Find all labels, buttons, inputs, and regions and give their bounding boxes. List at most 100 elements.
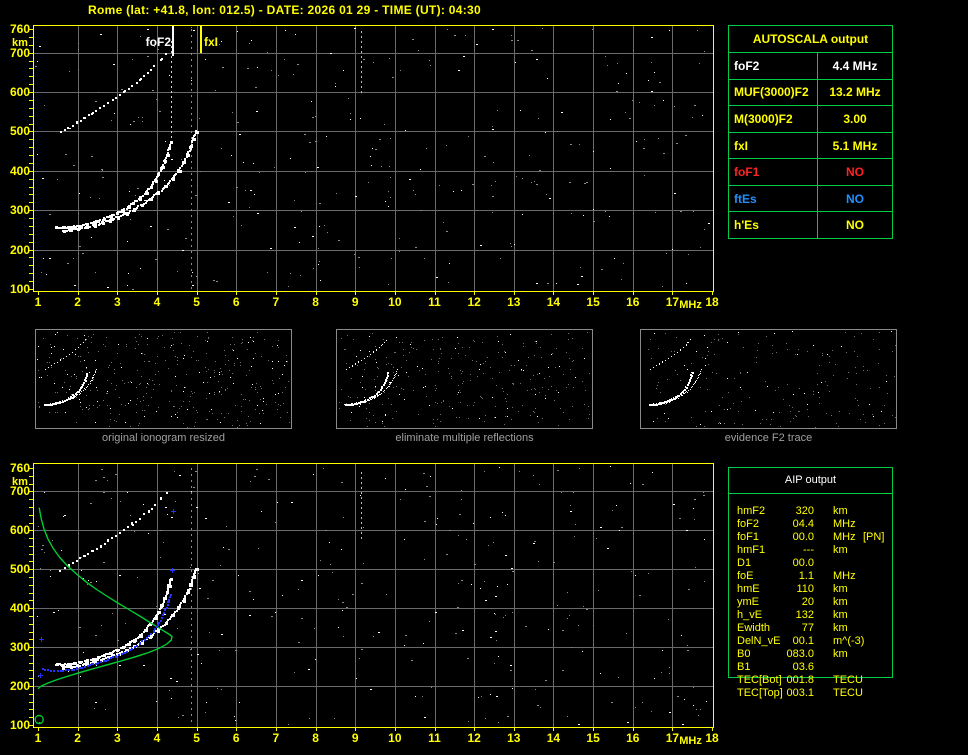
aip-row-name: ymE [737,596,759,608]
aip-row-unit: km [833,505,848,517]
x-axis-unit-label: MHz [679,299,702,311]
aip-table-row: ymE 20 km [729,596,892,609]
autoscala-table-title: AUTOSCALA output [752,32,869,46]
bottom-ionogram-plot [26,459,718,735]
panel-evidence-f2 [640,329,897,429]
y-axis-label: 600 [9,523,30,538]
panel-eliminate-reflections [336,329,593,429]
aip-table-title: AIP output [729,468,892,494]
fof2-marker-label: foF2 [145,35,171,49]
x-axis-label: 8 [312,731,319,745]
x-axis-label: 4 [153,731,161,745]
aip-row-name: hmF1 [737,544,766,556]
aip-table-row: foE 1.1 MHz [729,570,892,583]
panel-original-ionogram [35,329,292,429]
x-axis-label: 14 [546,731,561,745]
x-axis-label: 3 [113,295,121,309]
aip-row-value: --- [803,544,814,556]
aip-row-unit: km [833,648,848,660]
x-axis-label: 13 [507,731,521,745]
aip-row-unit: MHz [833,531,856,543]
x-axis-label: 1 [34,731,42,745]
station-date-time-title: Rome (lat: +41.8, lon: 012.5) - DATE: 20… [88,3,481,17]
y-axis-label: 760 [9,22,30,36]
aip-table-row: foF1 00.0 MHz [PN] [729,531,892,544]
aip-row-name: hmF2 [737,505,766,517]
aip-row-name: foE [737,570,754,582]
autoscala-table-row: foF1 NO [729,158,892,185]
aip-table-row: D1 00.0 [729,557,892,570]
x-axis-label: 4 [153,295,161,309]
x-axis-label: 12 [467,731,481,745]
aip-row-value: 04.4 [792,518,814,530]
x-axis-label: 15 [586,295,600,309]
aip-row-name: hmE [737,583,760,595]
aip-table-row: DelN_vE 00.1 m^(-3) [729,635,892,648]
x-axis-label: 15 [586,731,600,745]
aip-table-row: hmF1 --- km [729,544,892,557]
autoscala-table-row: MUF(3000)F2 13.2 MHz [729,78,892,106]
autoscala-row-label: fxI [734,138,749,153]
aip-row-name: foF1 [737,531,760,543]
aip-table-row: hmF2 320 km [729,505,892,518]
aip-table-row: foF2 04.4 MHz [729,518,892,531]
aip-row-unit: TECU [833,674,863,686]
autoscala-table-row: M(3000)F2 3.00 [729,105,892,132]
y-axis-label: 760 [9,461,30,475]
aip-row-extra: [PN] [863,531,885,543]
aip-row-value: 132 [795,609,814,621]
aip-table-row: hmE 110 km [729,583,892,596]
x-axis-label: 6 [232,295,240,309]
autoscala-row-label: foF2 [734,58,760,73]
autoscala-row-label: foF1 [734,165,760,180]
aip-row-unit: MHz [833,570,856,582]
aip-table-row: Ewidth 77 km [729,622,892,635]
autoscala-row-value: NO [817,212,892,239]
x-axis-label: 11 [428,295,441,309]
aip-row-unit: TECU [833,687,863,699]
autoscala-row-value: 4.4 MHz [817,53,892,79]
y-axis-label: 600 [9,85,30,100]
x-axis-label: 5 [193,731,200,745]
aip-row-value: 110 [796,583,814,595]
panel-caption-eliminate: eliminate multiple reflections [395,432,534,444]
y-axis-label: 400 [9,601,30,616]
aip-table-row: h_vE 132 km [729,609,892,622]
y-axis-label: 300 [9,640,30,655]
aip-row-unit: km [833,609,848,621]
y-axis-label: 100 [9,718,30,732]
aip-row-name: h_vE [737,609,763,621]
aip-row-value: 20 [801,596,814,608]
autoscala-row-value: NO [817,185,892,212]
aip-row-name: B1 [737,661,751,673]
autoscala-row-label: ftEs [734,191,757,206]
aip-row-value: 00.0 [792,557,814,569]
autoscala-table-row: h'Es NO [729,211,892,239]
aip-table-row: TEC[Bot] 001.8 TECU [729,674,892,687]
aip-table-row: TEC[Top] 003.1 TECU [729,687,892,700]
x-axis-label: 14 [546,295,561,309]
autoscala-row-value: 13.2 MHz [817,79,892,106]
aip-row-name: Ewidth [737,622,771,634]
autoscala-row-value: NO [817,159,892,185]
y-axis-label: 500 [9,562,30,577]
aip-table-row: B0 083.0 km [729,648,892,661]
autoscala-row-label: MUF(3000)F2 [734,85,809,100]
y-axis-label: 200 [9,679,30,694]
x-axis-label: 12 [467,295,481,309]
y-axis-unit-label: km [12,476,28,488]
x-axis-label: 8 [312,295,319,309]
panel-evidence-f2-canvas [641,330,896,428]
aip-row-value: 001.8 [786,674,814,686]
x-axis-label: 13 [507,295,521,309]
aip-row-value: 00.0 [792,531,814,543]
panel-eliminate-reflections-canvas [337,330,592,428]
x-axis-label: 6 [232,731,240,745]
y-axis-label: 500 [9,124,30,139]
autoscala-row-value: 5.1 MHz [817,132,892,159]
aip-row-value: 320 [795,505,814,517]
x-axis-unit-label: MHz [679,735,702,747]
autoscala-table-row: ftEs NO [729,184,892,212]
aip-row-unit: km [833,596,848,608]
x-axis-label: 9 [351,731,359,745]
